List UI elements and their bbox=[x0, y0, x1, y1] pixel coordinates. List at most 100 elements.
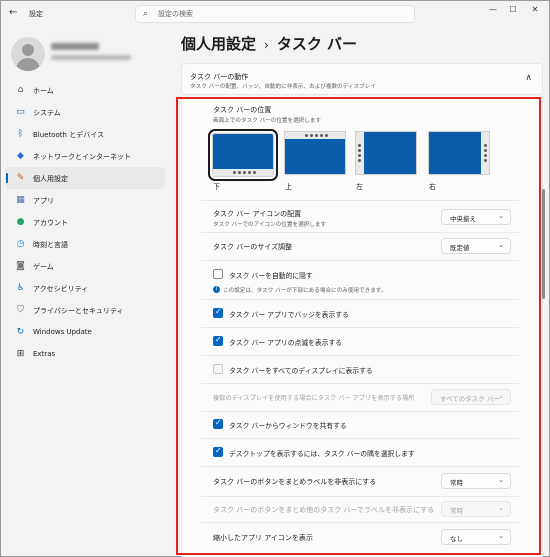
chevron-down-icon: ⌄ bbox=[498, 392, 504, 400]
multi-display-label: 複数のディスプレイを使用する場合にタスク バー アプリを表示する場所 bbox=[213, 395, 415, 402]
combine-other-row: タスク バーのボタンをまとめ他のタスク バーでラベルを非表示にする 常時 ⌄ bbox=[201, 497, 519, 521]
taskbar-dot-shape bbox=[305, 134, 308, 137]
profile-name-blurred bbox=[51, 43, 99, 50]
share-window-label: タスク バーからウィンドウを共有する bbox=[229, 422, 347, 430]
position-title: タスク バーの位置 bbox=[213, 106, 272, 114]
alignment-row: タスク バー アイコンの配置 タスク バーでのアイコンの位置を選択します 中央揃… bbox=[201, 201, 519, 231]
autohide-info: この設定は、タスク バーが下部にある場合にのみ使用できます。 bbox=[223, 288, 387, 294]
taskbar-dot-shape bbox=[358, 149, 361, 152]
size-label: タスク バーのサイズ調整 bbox=[213, 243, 293, 251]
sidebar-item-7[interactable]: ◷ 時刻と言語 bbox=[5, 233, 165, 255]
sidebar-item-12[interactable]: ⊞ Extras bbox=[5, 343, 165, 365]
divider bbox=[201, 327, 519, 328]
sidebar-nav: ⌂ ホーム ▭ システム ᛒ Bluetooth とデバイス ◆ ネットワークとインターネット… bbox=[5, 79, 165, 365]
flashing-checkbox[interactable] bbox=[213, 335, 223, 346]
minimized-dropdown[interactable]: なし ⌄ bbox=[441, 529, 511, 545]
position-option-bottom[interactable] bbox=[208, 129, 278, 181]
combine-other-label: タスク バーのボタンをまとめ他のタスク バーでラベルを非表示にする bbox=[213, 506, 435, 514]
sidebar-item-label: プライバシーとセキュリティ bbox=[33, 307, 124, 315]
network-icon: ◆ bbox=[17, 151, 24, 161]
taskbar-dot-shape bbox=[320, 134, 323, 137]
combine-value: 常時 bbox=[450, 479, 463, 487]
minimize-button[interactable]: — bbox=[483, 5, 503, 19]
all-displays-checkbox[interactable] bbox=[213, 364, 223, 374]
sidebar-item-0[interactable]: ⌂ ホーム bbox=[5, 79, 165, 101]
sidebar-item-10[interactable]: ⛉ プライバシーとセキュリティ bbox=[5, 299, 165, 321]
position-option-right[interactable] bbox=[428, 131, 490, 175]
chevron-down-icon: ⌄ bbox=[498, 504, 504, 512]
search-box[interactable]: ⌕ bbox=[135, 5, 415, 23]
close-button[interactable]: ✕ bbox=[525, 5, 545, 19]
divider bbox=[201, 355, 519, 356]
multi-display-dropdown[interactable]: すべてのタスク バー ⌄ bbox=[431, 389, 511, 405]
profile-email-blurred bbox=[51, 55, 131, 60]
avatar[interactable] bbox=[11, 37, 45, 71]
autohide-label: タスク バーを自動的に隠す bbox=[229, 272, 313, 280]
sidebar-item-label: 時刻と言語 bbox=[33, 241, 68, 249]
system-icon: ▭ bbox=[16, 107, 25, 117]
share-window-checkbox[interactable] bbox=[213, 418, 223, 429]
scrollbar-thumb[interactable] bbox=[542, 189, 545, 299]
combine-label: タスク バーのボタンをまとめラベルを非表示にする bbox=[213, 478, 377, 486]
position-option-top[interactable] bbox=[284, 131, 346, 175]
taskbar-dot-shape bbox=[243, 171, 246, 174]
minimized-value: なし bbox=[450, 535, 463, 543]
desktop-corner-label: デスクトップを表示するには、タスク バーの隅を選択します bbox=[229, 450, 415, 458]
sidebar-item-9[interactable]: ♿ アクセシビリティ bbox=[5, 277, 165, 299]
taskbar-strip-shape bbox=[481, 132, 489, 174]
sidebar-item-1[interactable]: ▭ システム bbox=[5, 101, 165, 123]
chevron-down-icon: ⌄ bbox=[498, 532, 504, 540]
taskbar-dot-shape bbox=[358, 154, 361, 157]
windows-update-icon: ↻ bbox=[16, 327, 25, 337]
sidebar-item-label: システム bbox=[33, 109, 61, 117]
back-arrow-icon[interactable]: ← bbox=[9, 7, 17, 18]
breadcrumb-separator-icon: › bbox=[264, 38, 269, 52]
badges-checkbox[interactable] bbox=[213, 307, 223, 318]
combine-row: タスク バーのボタンをまとめラベルを非表示にする 常時 ⌄ bbox=[201, 467, 519, 495]
divider bbox=[201, 260, 519, 261]
position-label-right: 右 bbox=[429, 183, 436, 191]
taskbar-dot-shape bbox=[358, 144, 361, 147]
autohide-checkbox[interactable] bbox=[213, 269, 223, 279]
divider bbox=[201, 299, 519, 300]
section-subtitle: タスク バーの配置、バッジ、自動的に非表示、および複数のディスプレイ bbox=[190, 84, 376, 90]
sidebar-item-2[interactable]: ᛒ Bluetooth とデバイス bbox=[5, 123, 165, 145]
sidebar-item-5[interactable]: ▦ アプリ bbox=[5, 189, 165, 211]
chevron-up-icon[interactable]: ∧ bbox=[525, 73, 532, 83]
bluetooth-icon: ᛒ bbox=[17, 129, 24, 139]
time-language-icon: ◷ bbox=[16, 239, 25, 249]
apps-icon: ▦ bbox=[16, 195, 25, 205]
home-icon: ⌂ bbox=[17, 85, 24, 95]
taskbar-behaviors-header[interactable]: タスク バーの動作 タスク バーの配置、バッジ、自動的に非表示、および複数のディ… bbox=[181, 63, 543, 95]
sidebar-item-4[interactable]: ✎ 個人用設定 bbox=[5, 167, 165, 189]
sidebar-item-label: ネットワークとインターネット bbox=[33, 153, 131, 161]
multi-display-row: 複数のディスプレイを使用する場合にタスク バー アプリを表示する場所 すべてのタ… bbox=[201, 384, 519, 410]
account-icon: ● bbox=[16, 217, 25, 227]
sidebar-item-label: ホーム bbox=[33, 87, 54, 95]
info-icon: i bbox=[213, 286, 220, 293]
size-row: タスク バーのサイズ調整 既定値 ⌄ bbox=[201, 233, 519, 259]
sidebar-item-label: Windows Update bbox=[33, 328, 92, 336]
size-dropdown[interactable]: 既定値 ⌄ bbox=[441, 238, 511, 254]
taskbar-dot-shape bbox=[315, 134, 318, 137]
sidebar-item-3[interactable]: ◆ ネットワークとインターネット bbox=[5, 145, 165, 167]
combine-other-dropdown[interactable]: 常時 ⌄ bbox=[441, 501, 511, 517]
sidebar-item-8[interactable]: ◙ ゲーム bbox=[5, 255, 165, 277]
maximize-button[interactable]: ☐ bbox=[503, 5, 523, 19]
sidebar-item-11[interactable]: ↻ Windows Update bbox=[5, 321, 165, 343]
settings-window: ← 設定 ⌕ — ☐ ✕ ⌂ ホーム ▭ システム ᛒ Bluetooth とデバイス ◆ ネ… bbox=[0, 0, 550, 557]
shield-icon: ⛉ bbox=[17, 305, 24, 315]
desktop-corner-checkbox[interactable] bbox=[213, 446, 223, 457]
sidebar-item-label: Extras bbox=[33, 350, 56, 358]
gaming-icon: ◙ bbox=[16, 261, 25, 271]
position-option-left[interactable] bbox=[355, 131, 417, 175]
combine-dropdown[interactable]: 常時 ⌄ bbox=[441, 473, 511, 489]
alignment-value: 中央揃え bbox=[450, 215, 476, 223]
breadcrumb-parent[interactable]: 個人用設定 bbox=[181, 35, 256, 53]
sidebar-item-6[interactable]: ● アカウント bbox=[5, 211, 165, 233]
search-input[interactable] bbox=[158, 8, 398, 20]
position-label-left: 左 bbox=[356, 183, 363, 191]
alignment-dropdown[interactable]: 中央揃え ⌄ bbox=[441, 209, 511, 225]
multi-display-value: すべてのタスク バー bbox=[440, 395, 500, 403]
alignment-subtitle: タスク バーでのアイコンの位置を選択します bbox=[213, 222, 327, 228]
